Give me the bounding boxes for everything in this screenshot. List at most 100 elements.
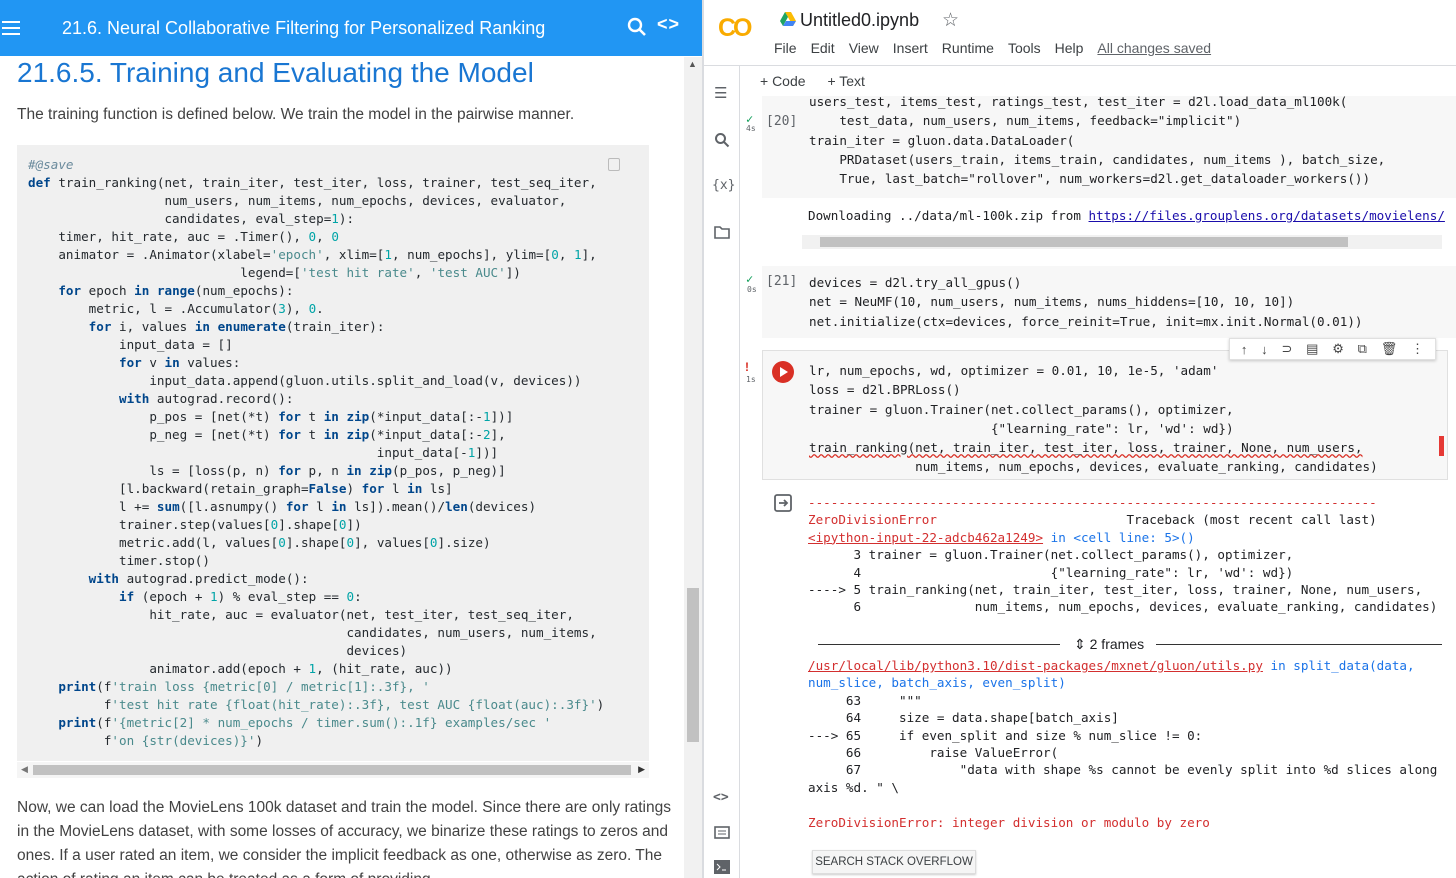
menu-help[interactable]: Help [1055,40,1084,56]
left-rail: ☰ {x} <> [704,66,740,878]
trace-line: 4 {"learning_rate": lr, 'wd': wd}) [808,564,1294,580]
colab-pane: CO Untitled0.ipynb ☆ File Edit View Inse… [704,0,1456,878]
drive-icon [780,12,796,26]
scroll-up-icon[interactable]: ▲ [688,59,697,69]
save-status[interactable]: All changes saved [1097,40,1211,56]
move-down-icon[interactable]: ↓ [1261,342,1268,357]
hamburger-menu-icon[interactable] [2,21,20,35]
run-cell-button[interactable] [772,361,794,383]
delete-icon[interactable]: 🗑 [1381,341,1398,357]
code-line: for epoch in range(num_epochs): [58,283,294,298]
code-line: hit_rate, auc = evaluator(net, test_iter… [28,607,574,622]
frames-divider-right [1156,644,1442,645]
error-dashes: ----------------------------------------… [808,495,1377,510]
code-line: {"learning_rate": lr, 'wd': wd}) [809,420,1234,436]
link-icon[interactable]: ⊃ [1281,341,1292,357]
frames-divider-left [818,644,1060,645]
code-line: loss = d2l.BPRLoss() [809,382,961,398]
search-icon[interactable] [714,132,730,148]
ipython-input-link[interactable]: <ipython-input-22-adcb462a1249> [808,530,1043,545]
scroll-left-icon[interactable]: ◀ [21,764,28,775]
trace-line: 3 trainer = gluon.Trainer(net.collect_pa… [808,547,1294,563]
scrollbar-thumb[interactable] [33,765,631,775]
traceback-label: Traceback (most recent call last) [1126,512,1377,528]
source-file-link[interactable]: /usr/local/lib/python3.10/dist-packages/… [808,658,1263,673]
error-indicator-icon: ! [745,360,749,374]
menu-insert[interactable]: Insert [893,40,928,56]
code-line: lr, num_epochs, wd, optimizer = 0.01, 10… [809,363,1219,378]
more-options-icon[interactable]: ⋮ [1411,341,1424,357]
copy-icon[interactable] [608,158,620,171]
in-cell-label: in <cell line: 5>() [1043,529,1195,545]
section-title: 21.6.5. Training and Evaluating the Mode… [17,57,534,88]
code-horizontal-scrollbar[interactable]: ◀ ▶ [17,762,649,778]
source-code-icon[interactable]: <> [657,14,680,35]
add-text-button[interactable]: + Text [827,73,865,89]
code-line: candidates, num_users, num_items, [28,625,597,640]
code-line: metric.add(l, values[0].shape[0], values… [28,535,491,550]
toc-icon[interactable]: ☰ [714,84,727,102]
doc-vertical-scrollbar[interactable]: ▲ [684,57,702,878]
code-line: if (epoch + 1) % eval_step == 0: [119,589,362,604]
code-line: users_test, items_test, ratings_test, te… [809,94,1348,109]
success-check-icon: ✓ [746,272,754,286]
scrollbar-thumb[interactable] [687,588,699,742]
download-link[interactable]: https://files.grouplens.org/datasets/mov… [1089,208,1445,223]
code-line: train_ranking(net, train_iter, test_iter… [809,440,1363,456]
code-text: #@save def train_ranking(net, train_iter… [28,156,604,750]
frames-count: 2 frames [1089,636,1145,652]
add-cell-bar: + Code + Text [760,73,883,89]
trace-line: 6 num_items, num_epochs, devices, evalua… [808,599,1438,615]
code-line: PRDataset(users_train, items_train, cand… [809,151,1386,167]
menu-edit[interactable]: Edit [811,40,835,56]
code-line: net = NeuMF(10, num_users, num_items, nu… [809,294,1295,310]
menu-runtime[interactable]: Runtime [942,40,994,56]
intro-paragraph: The training function is defined below. … [17,106,575,123]
menu-view[interactable]: View [849,40,879,56]
command-palette-icon[interactable] [714,826,730,839]
move-up-icon[interactable]: ↑ [1241,342,1248,357]
code-line: timer, hit_rate, auc = .Timer(), 0, 0 [28,229,339,244]
search-stack-overflow-button[interactable]: SEARCH STACK OVERFLOW [812,850,976,874]
code-line: def train_ranking(net, train_iter, test_… [28,175,597,190]
scroll-right-icon[interactable]: ▶ [638,764,645,775]
code-line: l += sum([l.asnumpy() for l in ls]).mean… [28,499,537,514]
comment-icon[interactable]: ▤ [1306,341,1318,357]
search-icon[interactable] [627,17,647,37]
expand-icon: ⇕ [1074,636,1086,652]
trace-line: 67 "data with shape %s cannot be evenly … [808,762,1438,778]
output-scrollbar[interactable] [802,235,1442,249]
code-line: with autograd.record(): [119,391,294,406]
variables-icon[interactable]: {x} [712,178,735,193]
doc-header: 21.6. Neural Collaborative Filtering for… [0,0,702,56]
mirror-cell-icon[interactable]: ⧉ [1358,341,1367,357]
star-icon[interactable]: ☆ [942,9,959,32]
code-line: p_neg = [net(*t) for t in zip(*input_dat… [28,427,506,442]
scrollbar-thumb[interactable] [820,237,1348,247]
code-line: net.initialize(ctx=devices, force_reinit… [809,313,1363,329]
error-output-frames: /usr/local/lib/python3.10/dist-packages/… [808,657,1437,831]
notebook-filename[interactable]: Untitled0.ipynb [800,10,919,31]
code-line: input_data[-1])] [28,445,499,460]
menu-file[interactable]: File [774,40,797,56]
code-line: animator.add(epoch + 1, (hit_rate, auc)) [28,661,453,676]
trace-line: ----> 5 train_ranking(net, train_iter, t… [808,582,1423,598]
cell-22-code[interactable]: lr, num_epochs, wd, optimizer = 0.01, 10… [809,361,1378,477]
code-line: candidates, eval_step=1): [28,211,355,226]
cell-20-code[interactable]: users_test, items_test, ratings_test, te… [809,92,1385,188]
terminal-icon[interactable] [714,860,730,874]
code-snippets-icon[interactable]: <> [713,790,729,805]
settings-gear-icon[interactable]: ⚙ [1332,341,1344,357]
code-line: f'test hit rate {float(hit_rate):.3f}, t… [28,697,605,712]
cell-21-code[interactable]: devices = d2l.try_all_gpus() net = NeuMF… [809,273,1363,331]
clear-output-icon[interactable] [774,494,792,512]
add-code-button[interactable]: + Code [760,73,806,89]
colab-logo[interactable]: CO [718,14,752,43]
frames-toggle[interactable]: ⇕ 2 frames [1074,636,1144,653]
code-line: for v in values: [119,355,241,370]
folder-icon[interactable] [714,226,730,239]
code-line: print(f'train loss {metric[0] / metric[1… [58,679,430,694]
menu-tools[interactable]: Tools [1008,40,1041,56]
code-line: train_iter = gluon.data.DataLoader( [809,132,1075,148]
cell-toolbar: ↑ ↓ ⊃ ▤ ⚙ ⧉ 🗑 ⋮ [1229,338,1436,360]
